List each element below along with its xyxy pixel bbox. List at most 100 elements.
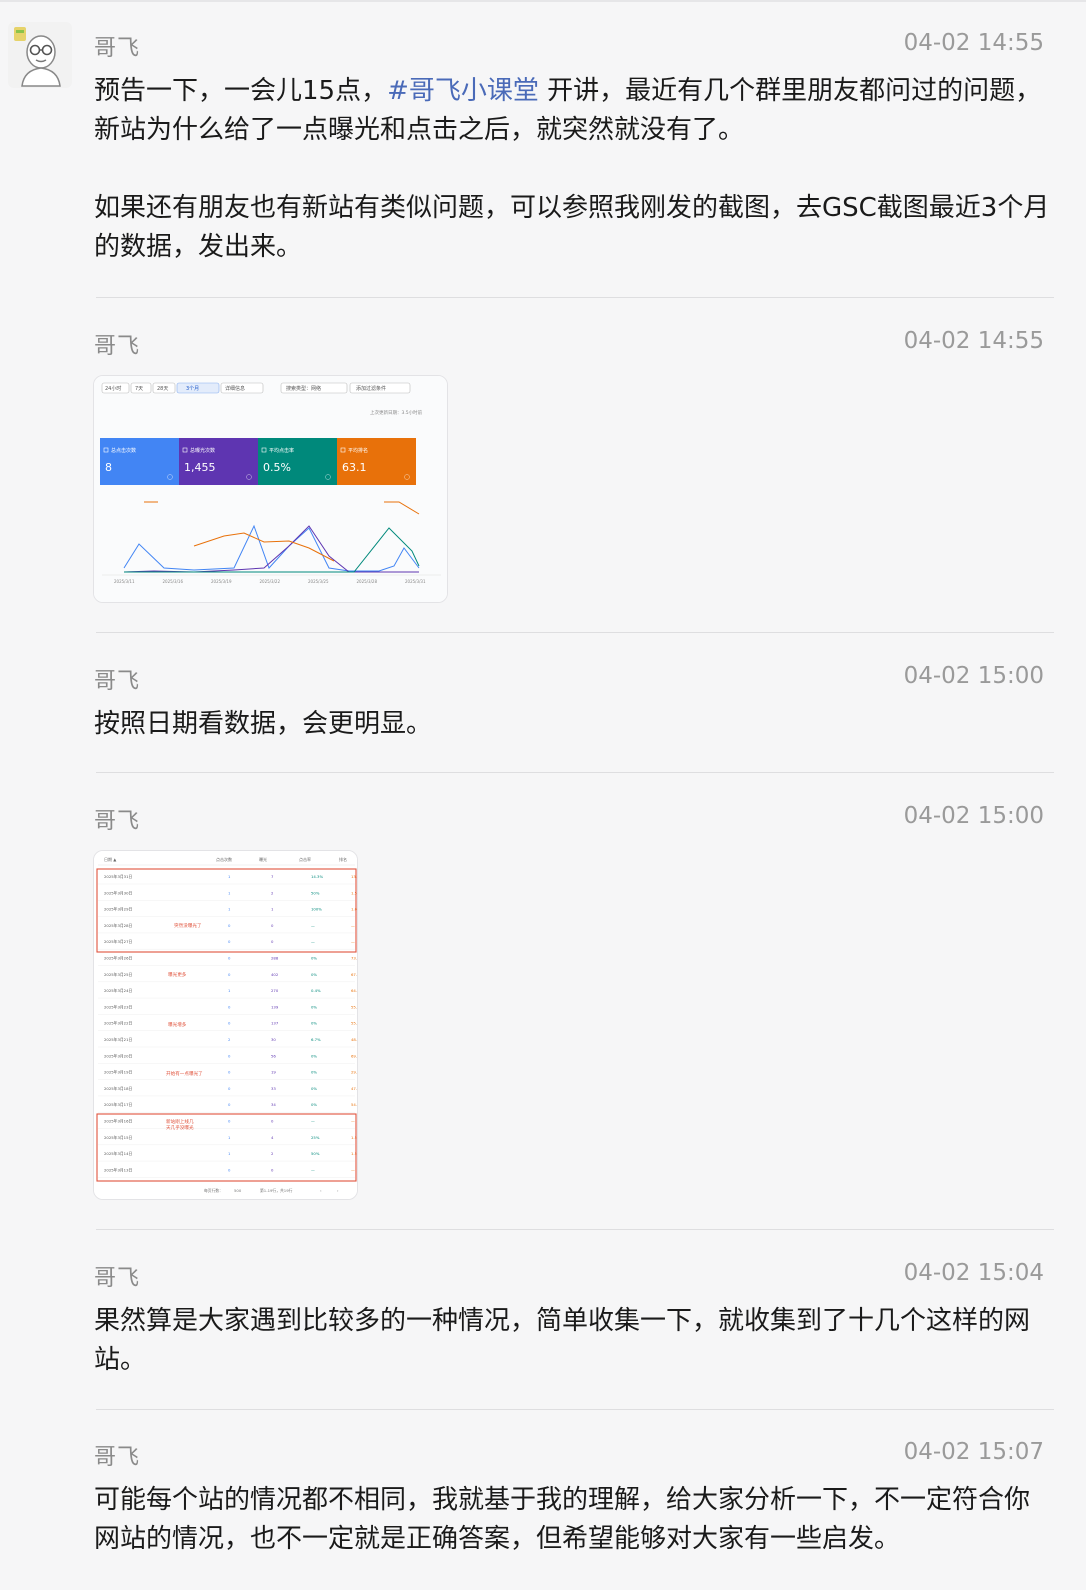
message-time: 04-02 15:00: [903, 803, 1044, 829]
table-header[interactable]: 排名: [339, 856, 347, 862]
table-header[interactable]: 点击次数: [216, 856, 232, 862]
table-cell: 19: [271, 1070, 276, 1075]
divider: [96, 1229, 1054, 1230]
table-cell: —: [351, 1167, 355, 1172]
add-filter-button[interactable]: 添加过滤条件: [356, 385, 386, 392]
x-tick-label: 2025/3/28: [357, 579, 378, 584]
author-name[interactable]: 哥飞: [94, 803, 140, 835]
table-cell: 0%: [311, 956, 317, 961]
table-cell: 55.8: [351, 1004, 358, 1009]
author-name[interactable]: 哥飞: [94, 30, 140, 62]
table-cell: 0%: [311, 1004, 317, 1009]
metric-card[interactable]: 总点击次数 8: [100, 438, 179, 485]
message-text: 预告一下，一会儿15点，#哥飞小课堂 开讲，最近有几个群里朋友都问过的问题，新站…: [94, 76, 1050, 262]
metric-value: 8: [105, 461, 112, 474]
table-cell: 1.0: [351, 907, 358, 912]
annotation-note: 新站刚上线几: [166, 1118, 194, 1125]
range-tab-7d[interactable]: 7天: [135, 386, 143, 392]
message-6: 哥飞 04-02 15:07 可能每个站的情况都不相同，我就基于我的理解，给大家…: [94, 1439, 1054, 1559]
table-cell: 29.8: [351, 1070, 358, 1075]
metric-label: 平均点击率: [269, 447, 294, 454]
table-cell: 2025年3月31日: [104, 874, 133, 879]
table-cell: 33: [271, 1086, 276, 1091]
table-cell: 0%: [311, 1070, 317, 1075]
table-cell: 25%: [311, 1135, 320, 1140]
annotation-note: 天几乎没曝光: [166, 1124, 194, 1131]
table-cell: 1.5: [351, 890, 358, 895]
table-cell: 73.5: [351, 956, 358, 961]
table-cell: 0%: [311, 1102, 317, 1107]
metric-card[interactable]: 总曝光次数 1,455: [179, 438, 258, 485]
metric-card[interactable]: 平均点击率 0.5%: [258, 438, 337, 485]
avatar[interactable]: [8, 22, 72, 88]
message-text: 按照日期看数据，会更明显。: [94, 709, 433, 739]
annotation-note: 突然没曝光了: [174, 922, 202, 929]
rows-per-page-label: 每页行数：: [204, 1188, 223, 1193]
author-name[interactable]: 哥飞: [94, 663, 140, 695]
message-time: 04-02 15:04: [903, 1260, 1044, 1286]
filter-search-type[interactable]: 搜索类型：网络: [286, 385, 321, 392]
table-cell: 0%: [311, 1053, 317, 1058]
table-cell: 0%: [311, 972, 317, 977]
message-time: 04-02 14:55: [903, 328, 1044, 354]
table-cell: 55.6: [351, 1021, 358, 1026]
author-name[interactable]: 哥飞: [94, 328, 140, 360]
table-cell: 0%: [311, 1086, 317, 1091]
metric-value: 1,455: [184, 461, 216, 474]
message-4: 哥飞 04-02 15:00: [94, 803, 1054, 835]
annotation-note: 开始有一点曝光了: [166, 1070, 203, 1077]
metric-card[interactable]: 平均排名 63.1: [337, 438, 416, 485]
range-tab-24h[interactable]: 24小时: [105, 385, 121, 392]
table-cell: 0.4%: [311, 988, 321, 993]
table-cell: 54.0: [351, 1102, 358, 1107]
gsc-table-image[interactable]: 日期 ▲点击次数曝光点击率排名 2025年3月31日1714.3%13.3202…: [93, 850, 358, 1200]
table-header[interactable]: 点击率: [299, 856, 311, 862]
table-cell: 64.0: [351, 988, 358, 993]
table-cell: 0%: [311, 1021, 317, 1026]
x-tick-label: 2025/3/16: [163, 579, 184, 584]
metric-value: 0.5%: [263, 461, 291, 474]
table-cell: 2025年3月15日: [104, 1135, 133, 1140]
table-cell: 47.6: [351, 1086, 358, 1091]
table-cell: 69.9: [351, 1053, 358, 1058]
table-cell: 67.4: [351, 972, 358, 977]
top-border: [0, 0, 1086, 2]
table-cell: 2025年3月30日: [104, 890, 133, 895]
table-cell: 30: [271, 1037, 276, 1042]
metric-label: 总曝光次数: [190, 447, 215, 454]
hashtag-link[interactable]: #哥飞小课堂: [387, 76, 539, 106]
table-cell: 402: [271, 972, 279, 977]
annotation-note: 曝光更多: [168, 971, 187, 978]
rows-per-page-value[interactable]: 500: [234, 1188, 242, 1193]
message-time: 04-02 15:00: [903, 663, 1044, 689]
table-cell: 288: [271, 956, 279, 961]
gsc-table-svg: 日期 ▲点击次数曝光点击率排名 2025年3月31日1714.3%13.3202…: [94, 851, 358, 1199]
divider: [96, 297, 1054, 298]
table-cell: —: [311, 1119, 315, 1124]
message-time: 04-02 14:55: [903, 30, 1044, 56]
message-time: 04-02 15:07: [903, 1439, 1044, 1465]
table-cell: —: [311, 923, 315, 928]
range-tab-3m[interactable]: 3个月: [186, 386, 199, 392]
table-cell: 2025年3月13日: [104, 1167, 133, 1172]
table-cell: 1.5: [351, 1151, 358, 1156]
author-name[interactable]: 哥飞: [94, 1260, 140, 1292]
range-tab-28d[interactable]: 28天: [157, 386, 168, 392]
author-name[interactable]: 哥飞: [94, 1439, 140, 1471]
table-cell: 270: [271, 988, 279, 993]
divider: [96, 1409, 1054, 1410]
table-cell: 6.7%: [311, 1037, 321, 1042]
gsc-chart-image[interactable]: 24小时 7天 28天 3个月 详细信息 搜索类型：网络 添加过滤条件 上次更新…: [93, 375, 448, 603]
table-cell: 50%: [311, 890, 320, 895]
table-header[interactable]: 曝光: [259, 856, 267, 862]
metric-label: 总点击次数: [111, 447, 136, 454]
table-cell: 2025年3月28日: [104, 923, 133, 928]
table-cell: 2025年3月27日: [104, 939, 133, 944]
table-header[interactable]: 日期 ▲: [104, 856, 117, 862]
metric-value: 63.1: [342, 461, 367, 474]
range-tab-detail[interactable]: 详细信息: [225, 385, 245, 392]
annotation-note: 曝光增多: [168, 1021, 187, 1028]
divider: [96, 632, 1054, 633]
message-text: 可能每个站的情况都不相同，我就基于我的理解，给大家分析一下，不一定符合你网站的情…: [94, 1485, 1031, 1554]
last-updated: 上次更新日期：3.5小时前: [370, 409, 423, 416]
